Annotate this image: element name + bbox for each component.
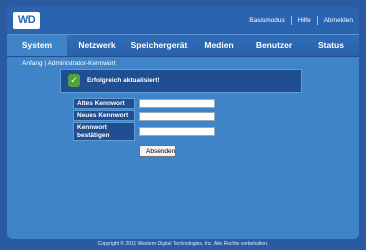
tab-media[interactable]: Medien bbox=[193, 35, 245, 56]
app-container: WD Basismodus Hilfe Abmelden System Netz… bbox=[7, 7, 359, 239]
confirm-password-label: Kennwort bestätigen bbox=[73, 122, 135, 141]
confirm-password-label-line2: bestätigen bbox=[77, 132, 110, 139]
top-header: WD Basismodus Hilfe Abmelden bbox=[7, 7, 359, 34]
success-message: Erfolgreich aktualisiert! bbox=[87, 77, 160, 84]
breadcrumb-current: Administrator-Kennwort bbox=[47, 60, 116, 67]
tab-status[interactable]: Status bbox=[303, 35, 359, 56]
footer-copyright: Copyright © 2011 Western Digital Technol… bbox=[97, 241, 269, 247]
breadcrumb: Anfang | Administrator-Kennwort bbox=[22, 60, 116, 67]
tab-system[interactable]: System bbox=[7, 35, 67, 56]
check-icon: ✓ bbox=[68, 74, 80, 87]
main-nav: System Netzwerk Speichergerät Medien Ben… bbox=[7, 34, 359, 57]
basic-mode-link[interactable]: Basismodus bbox=[249, 17, 284, 24]
success-panel: ✓ Erfolgreich aktualisiert! bbox=[60, 69, 302, 93]
tab-network[interactable]: Netzwerk bbox=[67, 35, 127, 56]
new-password-field[interactable] bbox=[139, 112, 215, 121]
confirm-password-field[interactable] bbox=[139, 127, 215, 136]
wd-logo[interactable]: WD bbox=[13, 12, 40, 29]
old-password-field[interactable] bbox=[139, 99, 215, 108]
confirm-password-label-line1: Kennwort bbox=[77, 124, 107, 131]
tab-users[interactable]: Benutzer bbox=[245, 35, 303, 56]
page-frame: WD Basismodus Hilfe Abmelden System Netz… bbox=[0, 0, 366, 250]
header-links: Basismodus Hilfe Abmelden bbox=[249, 7, 353, 34]
breadcrumb-home[interactable]: Anfang bbox=[22, 60, 43, 67]
help-link[interactable]: Hilfe bbox=[298, 17, 311, 24]
breadcrumb-separator: | bbox=[44, 60, 47, 67]
new-password-label: Neues Kennwort bbox=[73, 110, 135, 121]
header-separator bbox=[316, 16, 318, 25]
tab-storage[interactable]: Speichergerät bbox=[125, 35, 193, 56]
header-separator bbox=[290, 16, 292, 25]
logout-link[interactable]: Abmelden bbox=[324, 17, 353, 24]
submit-button[interactable]: Absenden bbox=[139, 145, 176, 157]
old-password-label: Altes Kennwort bbox=[73, 98, 135, 109]
